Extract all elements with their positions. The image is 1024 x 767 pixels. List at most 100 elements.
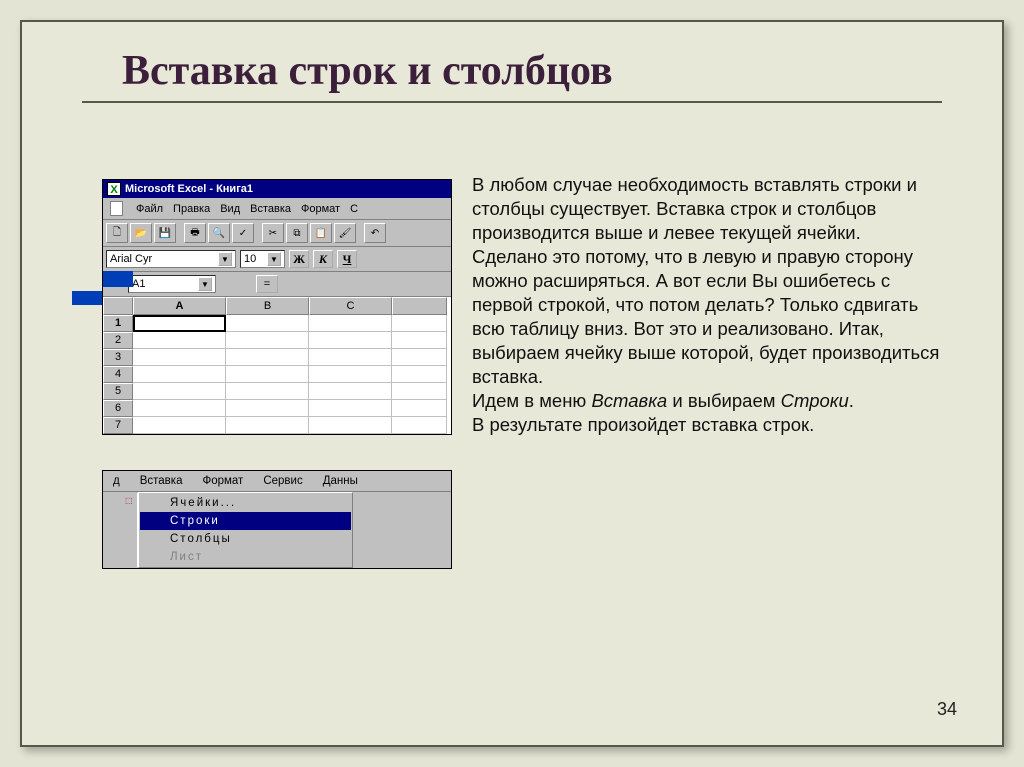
insert-dropdown: ⬚Ячейки... Строки Столбцы Лист: [138, 492, 353, 568]
slide: Вставка строк и столбцов X Microsoft Exc…: [20, 20, 1004, 747]
menu-item-columns[interactable]: Столбцы: [140, 530, 351, 548]
column-headers: A B C: [133, 297, 451, 315]
font-size-combo[interactable]: 10 ▼: [240, 250, 285, 268]
cell[interactable]: [392, 315, 447, 332]
cell[interactable]: [392, 400, 447, 417]
paste-button[interactable]: 📋: [310, 223, 332, 243]
menubar-2[interactable]: д Вставка Формат Сервис Данны: [103, 471, 451, 492]
print-button[interactable]: 🖶: [184, 223, 206, 243]
format-painter-button[interactable]: 🖌: [334, 223, 356, 243]
menu-format-2[interactable]: Формат: [192, 473, 253, 489]
cell[interactable]: [309, 383, 392, 400]
cell[interactable]: [309, 315, 392, 332]
menu-file[interactable]: Файл: [132, 200, 167, 217]
italic-button[interactable]: К: [313, 250, 333, 268]
excel-wrapper: X Microsoft Excel - Книга1 Файл Правка В…: [72, 179, 452, 435]
menu-format[interactable]: Формат: [297, 200, 344, 217]
spreadsheet-grid[interactable]: 1 2 3 4 5 6 7 A B C: [103, 297, 451, 434]
dropdown-icon[interactable]: ▼: [267, 252, 281, 266]
font-size-value: 10: [244, 253, 256, 265]
cell[interactable]: [309, 400, 392, 417]
titlebar: X Microsoft Excel - Книга1: [103, 180, 451, 198]
menu-item-rows[interactable]: Строки: [140, 512, 351, 530]
paragraph-3: Идем в меню Вставка и выбираем Строки.: [472, 389, 952, 413]
spell-button[interactable]: ✓: [232, 223, 254, 243]
cell[interactable]: [309, 332, 392, 349]
menu-view[interactable]: Вид: [216, 200, 244, 217]
cells-icon: ⬚: [125, 496, 137, 508]
menu-insert-2[interactable]: Вставка: [130, 473, 193, 489]
columns-area: A B C: [133, 297, 451, 434]
col-header[interactable]: A: [133, 297, 226, 315]
cell[interactable]: [226, 349, 309, 366]
select-all-corner[interactable]: [103, 297, 133, 315]
equals-button[interactable]: =: [256, 275, 278, 293]
open-button[interactable]: 📂: [130, 223, 152, 243]
cell[interactable]: [309, 417, 392, 434]
cell[interactable]: [392, 417, 447, 434]
font-name-value: Arial Cyr: [110, 253, 152, 265]
bold-button[interactable]: Ж: [289, 250, 309, 268]
cells-area[interactable]: [133, 315, 451, 434]
cell[interactable]: [226, 332, 309, 349]
slide-title: Вставка строк и столбцов: [72, 47, 952, 95]
menu-more[interactable]: С: [346, 200, 362, 217]
italic-stroki: Строки: [781, 390, 849, 411]
menu-partial[interactable]: д: [103, 473, 130, 489]
cell[interactable]: [133, 417, 226, 434]
paragraph-4: В результате произойдет вставка строк.: [472, 413, 952, 437]
left-column: X Microsoft Excel - Книга1 Файл Правка В…: [72, 173, 452, 569]
cell[interactable]: [392, 366, 447, 383]
undo-button[interactable]: ↶: [364, 223, 386, 243]
cell-a1[interactable]: [133, 315, 226, 332]
toolbar-standard: 🗋 📂 💾 🖶 🔍 ✓ ✂ ⧉ 📋 🖌 ↶: [103, 220, 451, 247]
copy-button[interactable]: ⧉: [286, 223, 308, 243]
new-button[interactable]: 🗋: [106, 223, 128, 243]
excel-icon: X: [107, 182, 121, 196]
cell[interactable]: [392, 349, 447, 366]
cut-button[interactable]: ✂: [262, 223, 284, 243]
save-button[interactable]: 💾: [154, 223, 176, 243]
row-header[interactable]: 3: [103, 349, 133, 366]
row-header[interactable]: 2: [103, 332, 133, 349]
menu-item-cells[interactable]: ⬚Ячейки...: [140, 494, 351, 512]
control-icon[interactable]: [106, 200, 130, 217]
cell[interactable]: [133, 366, 226, 383]
col-header[interactable]: [392, 297, 447, 315]
content-row: X Microsoft Excel - Книга1 Файл Правка В…: [72, 173, 952, 569]
insert-menu-window: д Вставка Формат Сервис Данны ⬚Ячейки...…: [102, 470, 452, 569]
cell[interactable]: [133, 332, 226, 349]
row-header[interactable]: 1: [103, 315, 133, 332]
cell[interactable]: [226, 400, 309, 417]
menu-insert[interactable]: Вставка: [246, 200, 295, 217]
row-header[interactable]: 5: [103, 383, 133, 400]
cell[interactable]: [226, 383, 309, 400]
cell[interactable]: [392, 332, 447, 349]
col-header[interactable]: B: [226, 297, 309, 315]
menubar[interactable]: Файл Правка Вид Вставка Формат С: [103, 198, 451, 220]
cell[interactable]: [226, 417, 309, 434]
cell[interactable]: [309, 366, 392, 383]
cell[interactable]: [226, 366, 309, 383]
window-title: Microsoft Excel - Книга1: [125, 183, 253, 195]
menu-edit[interactable]: Правка: [169, 200, 214, 217]
row-header[interactable]: 6: [103, 400, 133, 417]
dropdown-icon[interactable]: ▼: [218, 252, 232, 266]
font-combo[interactable]: Arial Cyr ▼: [106, 250, 236, 268]
cell[interactable]: [392, 383, 447, 400]
dropdown-icon[interactable]: ▼: [198, 277, 212, 291]
cell[interactable]: [133, 383, 226, 400]
cell[interactable]: [133, 400, 226, 417]
name-box[interactable]: A1 ▼: [128, 275, 216, 293]
row-header[interactable]: 7: [103, 417, 133, 434]
preview-button[interactable]: 🔍: [208, 223, 230, 243]
cell[interactable]: [226, 315, 309, 332]
menu-data-2[interactable]: Данны: [313, 473, 368, 489]
menu-item-sheet[interactable]: Лист: [140, 548, 351, 566]
cell[interactable]: [133, 349, 226, 366]
cell[interactable]: [309, 349, 392, 366]
menu-tools-2[interactable]: Сервис: [253, 473, 312, 489]
row-header[interactable]: 4: [103, 366, 133, 383]
col-header[interactable]: C: [309, 297, 392, 315]
underline-button[interactable]: Ч: [337, 250, 357, 268]
